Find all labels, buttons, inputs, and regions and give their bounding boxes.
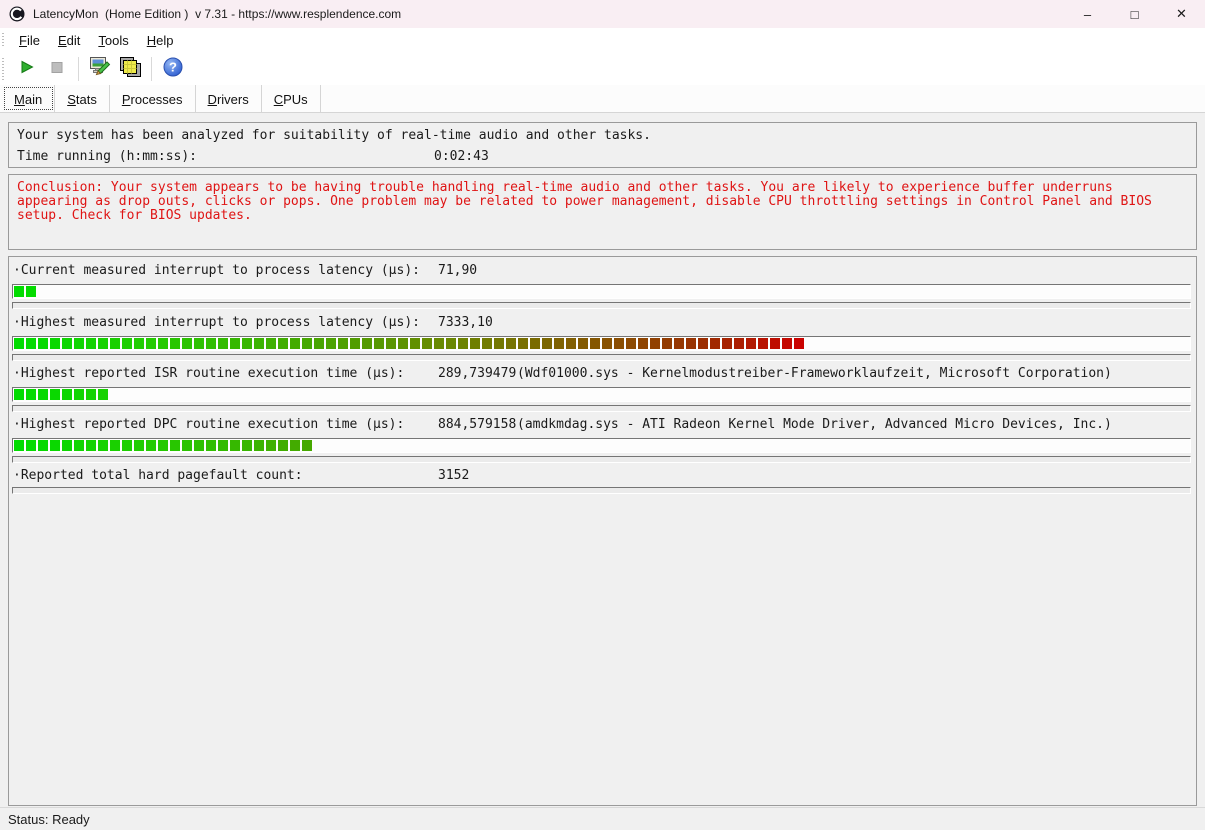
measurements-panel: ·Current measured interrupt to process l… xyxy=(8,256,1197,806)
tab-cpus-label: PUs xyxy=(283,92,308,107)
report-pages-icon xyxy=(119,57,141,82)
tab-drivers-label: rivers xyxy=(217,92,249,107)
app-icon xyxy=(9,6,25,22)
latency-bar xyxy=(12,284,1191,299)
empty-track xyxy=(12,456,1191,463)
empty-track xyxy=(12,302,1191,309)
menu-tools-label: ools xyxy=(105,33,129,48)
tab-stats[interactable]: Stats xyxy=(55,85,110,112)
tab-processes[interactable]: Processes xyxy=(110,85,196,112)
row-value: 289,739479 xyxy=(438,366,516,381)
toolbar-gripper xyxy=(2,58,4,80)
window-title: LatencyMon (Home Edition ) v 7.31 - http… xyxy=(33,7,401,21)
menubar-gripper xyxy=(2,33,4,48)
menu-item-edit[interactable]: Edit xyxy=(49,30,89,51)
time-running-label: Time running (h:mm:ss): xyxy=(17,149,197,164)
report-button[interactable] xyxy=(115,56,145,82)
status-text: Status: Ready xyxy=(8,812,90,827)
row-driver-info: (Wdf01000.sys - Kernelmodustreiber-Frame… xyxy=(517,366,1112,381)
menu-item-file[interactable]: File xyxy=(10,30,49,51)
tab-stats-hotkey: S xyxy=(67,92,76,107)
tab-main-hotkey: M xyxy=(14,92,25,107)
toolbar-separator xyxy=(78,57,79,81)
row-label: ·Reported total hard pagefault count: xyxy=(13,468,303,483)
measurement-row-current-latency: ·Current measured interrupt to process l… xyxy=(9,263,1196,313)
row-value: 3152 xyxy=(438,468,469,483)
menu-bar: File Edit Tools Help xyxy=(0,28,1205,53)
main-page: Your system has been analyzed for suitab… xyxy=(0,113,1205,807)
latency-bar xyxy=(12,438,1191,453)
menu-file-label: ile xyxy=(27,33,40,48)
options-button[interactable] xyxy=(85,56,115,82)
tab-main[interactable]: Main xyxy=(2,85,55,112)
minimize-button[interactable]: – xyxy=(1064,0,1111,28)
toolbar: ? xyxy=(0,53,1205,85)
time-running-value: 0:02:43 xyxy=(434,149,489,164)
row-label: ·Current measured interrupt to process l… xyxy=(13,263,420,278)
tab-drivers[interactable]: Drivers xyxy=(196,85,262,112)
measurement-row-dpc-time: ·Highest reported DPC routine execution … xyxy=(9,417,1196,467)
latency-bar xyxy=(12,336,1191,351)
latencymon-window: LatencyMon (Home Edition ) v 7.31 - http… xyxy=(0,0,1205,830)
empty-track xyxy=(12,487,1191,494)
analysis-panel: Your system has been analyzed for suitab… xyxy=(8,122,1197,168)
empty-track xyxy=(12,405,1191,412)
maximize-button[interactable]: □ xyxy=(1111,0,1158,28)
tab-stats-label: tats xyxy=(76,92,97,107)
measurement-row-isr-time: ·Highest reported ISR routine execution … xyxy=(9,366,1196,416)
tab-processes-hotkey: P xyxy=(122,92,131,107)
svg-text:?: ? xyxy=(169,59,177,74)
status-bar: Status: Ready xyxy=(0,807,1205,830)
measurement-row-highest-latency: ·Highest measured interrupt to process l… xyxy=(9,315,1196,365)
play-icon xyxy=(19,59,35,80)
analysis-text: Your system has been analyzed for suitab… xyxy=(17,128,651,143)
row-driver-info: (amdkmdag.sys - ATI Radeon Kernel Mode D… xyxy=(517,417,1112,432)
tab-drivers-hotkey: D xyxy=(208,92,217,107)
measurement-row-pagefaults: ·Reported total hard pagefault count: 31… xyxy=(9,468,1196,518)
tab-main-label: ain xyxy=(25,92,42,107)
conclusion-panel: Conclusion: Your system appears to be ha… xyxy=(8,174,1197,250)
menu-item-tools[interactable]: Tools xyxy=(89,30,137,51)
tab-cpus[interactable]: CPUs xyxy=(262,85,321,112)
row-label: ·Highest reported ISR routine execution … xyxy=(13,366,404,381)
stop-icon xyxy=(49,59,65,80)
conclusion-line: appearing as drop outs, clicks or pops. … xyxy=(17,195,1190,209)
conclusion-line: Conclusion: Your system appears to be ha… xyxy=(17,181,1190,195)
stop-monitor-button[interactable] xyxy=(42,56,72,82)
title-bar: LatencyMon (Home Edition ) v 7.31 - http… xyxy=(0,0,1205,28)
latency-bar xyxy=(12,387,1191,402)
menu-help-hotkey: H xyxy=(147,33,156,48)
menu-file-hotkey: F xyxy=(19,33,27,48)
row-value: 884,579158 xyxy=(438,417,516,432)
help-icon: ? xyxy=(163,57,183,82)
row-label: ·Highest reported DPC routine execution … xyxy=(13,417,404,432)
empty-track xyxy=(12,354,1191,361)
start-monitor-button[interactable] xyxy=(12,56,42,82)
tab-cpus-hotkey: C xyxy=(274,92,283,107)
menu-edit-hotkey: E xyxy=(58,33,67,48)
help-button[interactable]: ? xyxy=(158,56,188,82)
monitor-pencil-icon xyxy=(89,57,111,82)
menu-edit-label: dit xyxy=(67,33,81,48)
close-button[interactable]: ✕ xyxy=(1158,0,1205,28)
toolbar-separator xyxy=(151,57,152,81)
row-value: 71,90 xyxy=(438,263,477,278)
tab-strip: Main Stats Processes Drivers CPUs xyxy=(0,85,1205,113)
window-controls: – □ ✕ xyxy=(1064,0,1205,28)
menu-help-label: elp xyxy=(156,33,173,48)
conclusion-line: setup. Check for BIOS updates. xyxy=(17,209,1190,223)
tab-processes-label: rocesses xyxy=(131,92,183,107)
row-label: ·Highest measured interrupt to process l… xyxy=(13,315,420,330)
menu-item-help[interactable]: Help xyxy=(138,30,183,51)
row-value: 7333,10 xyxy=(438,315,493,330)
